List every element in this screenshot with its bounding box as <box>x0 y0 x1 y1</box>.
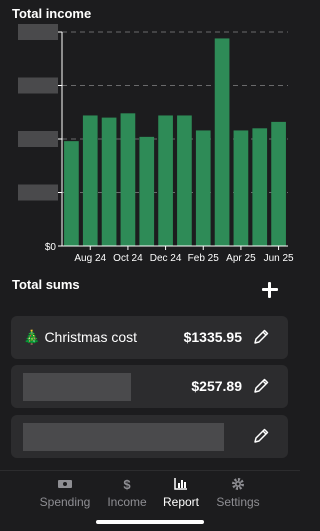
x-tick-label: Dec 24 <box>150 253 182 264</box>
tab-spending[interactable]: Spending <box>30 477 100 511</box>
x-tick-label: Feb 25 <box>188 253 220 264</box>
sum-name: 🎄 Christmas cost <box>23 329 138 345</box>
bar-apr-25 <box>233 130 249 246</box>
bar-nov-24 <box>139 136 155 246</box>
x-tick-label: Jun 25 <box>264 253 294 264</box>
sum-amount: $257.89 <box>191 378 242 394</box>
bar-may-25 <box>252 128 268 246</box>
gear-icon <box>232 478 244 490</box>
sum-card[interactable]: 🎄 Christmas cost $1335.95 <box>11 316 288 359</box>
home-indicator <box>96 520 204 524</box>
sum-card[interactable] <box>11 415 288 458</box>
bar-oct-24 <box>120 113 136 246</box>
x-tick-label: Oct 24 <box>113 253 143 264</box>
redacted-y-tick-label <box>18 184 58 201</box>
redacted-name <box>23 423 224 451</box>
bar-chart-icon <box>174 478 187 490</box>
bar-sep-24 <box>101 117 117 246</box>
bar-jul-24 <box>64 141 79 246</box>
tab-settings[interactable]: Settings <box>203 477 273 511</box>
banknote-icon <box>58 480 72 488</box>
bar-aug-24 <box>82 115 98 247</box>
pencil-icon[interactable] <box>252 328 270 346</box>
bar-dec-24 <box>158 115 173 247</box>
redacted-y-tick-label <box>18 77 58 94</box>
x-tick-label: Apr 25 <box>226 253 256 264</box>
redacted-y-tick-label <box>18 24 58 40</box>
y-tick-label-zero: $0 <box>45 242 57 253</box>
sums-section-title: Total sums <box>12 277 80 292</box>
income-bar-chart: $0 Aug 24 Oct 24 Dec 24 Feb 25 Apr 25 Jun 25 <box>18 24 294 264</box>
add-sum-button[interactable] <box>261 281 279 299</box>
sum-card[interactable]: $257.89 <box>11 365 288 408</box>
pencil-icon[interactable] <box>252 427 270 445</box>
x-tick-label: Aug 24 <box>74 253 106 264</box>
svg-text:$: $ <box>123 477 131 491</box>
income-section-title: Total income <box>12 6 92 21</box>
bar-mar-25 <box>214 38 230 246</box>
pencil-icon[interactable] <box>252 377 270 395</box>
bar-jun-25 <box>271 121 286 246</box>
bar-jan-25 <box>177 115 192 247</box>
christmas-tree-icon: 🎄 <box>23 329 41 345</box>
redacted-y-tick-label <box>18 131 58 147</box>
bar-feb-25 <box>195 130 211 246</box>
dollar-icon: $ <box>123 477 131 491</box>
sum-amount: $1335.95 <box>183 329 242 345</box>
redacted-name <box>23 373 131 401</box>
